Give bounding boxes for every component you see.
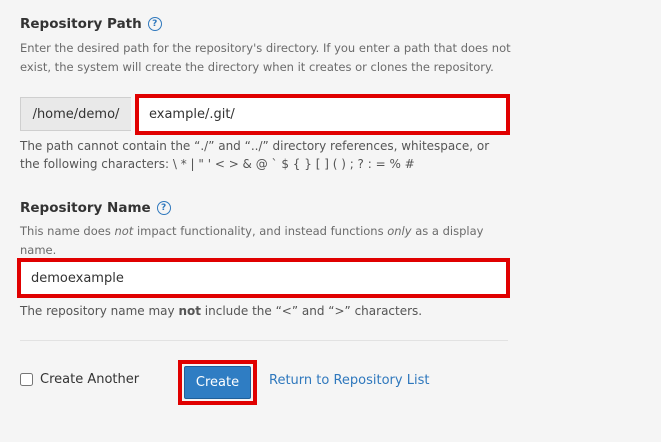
repository-path-description: Enter the desired path for the repositor… (20, 41, 511, 74)
repository-path-input[interactable] (139, 98, 506, 131)
desc-emphasis-not: not (114, 224, 134, 238)
repository-path-input-highlight (135, 94, 510, 135)
desc-emphasis-only: only (387, 224, 412, 238)
repository-path-label: Repository Path ? (20, 16, 162, 32)
repository-name-label-text: Repository Name (20, 200, 151, 216)
create-another-row[interactable]: Create Another (20, 372, 139, 387)
hint-strong-not: not (178, 304, 201, 318)
repository-path-hint: The path cannot contain the “./” and “..… (20, 139, 490, 171)
repository-name-label: Repository Name ? (20, 200, 171, 216)
desc-text: impact functionality, and instead functi… (133, 224, 388, 238)
path-prefix: /home/demo/ (20, 97, 131, 131)
create-button-highlight: Create (178, 360, 257, 405)
repository-name-input-highlight (17, 258, 510, 298)
hint-text: include the “<” and “>” characters. (200, 304, 423, 318)
help-icon[interactable]: ? (147, 17, 162, 31)
create-another-checkbox[interactable] (20, 373, 33, 386)
hint-text: The repository name may (20, 304, 179, 318)
repository-name-description: This name does not impact functionality,… (20, 222, 515, 259)
repository-path-label-text: Repository Path (20, 16, 142, 32)
repository-form: Repository Path ? Enter the desired path… (0, 0, 661, 442)
return-to-repository-list-link[interactable]: Return to Repository List (269, 373, 429, 388)
repository-name-hint: The repository name may not include the … (20, 302, 510, 320)
help-icon[interactable]: ? (156, 201, 171, 215)
repository-name-input[interactable] (21, 262, 506, 294)
create-button[interactable]: Create (184, 366, 251, 399)
desc-text: This name does (20, 224, 115, 238)
create-another-label: Create Another (40, 372, 140, 387)
divider (20, 340, 508, 341)
